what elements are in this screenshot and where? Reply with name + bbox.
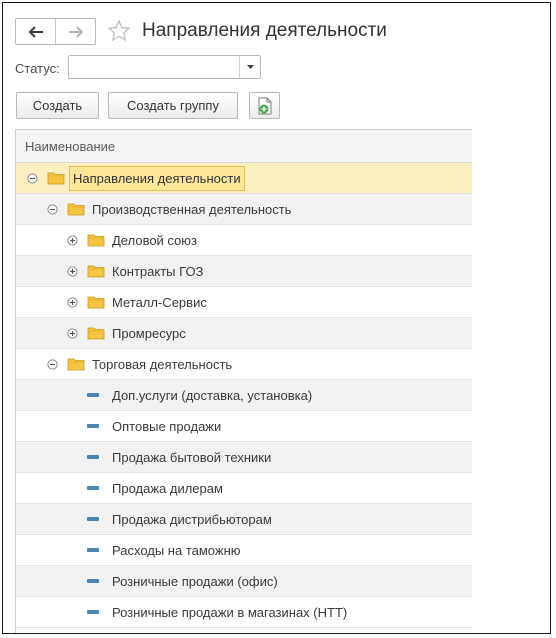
row-label: Расходы на таможню [112,543,241,558]
collapse-toggle-icon[interactable] [27,173,38,184]
expand-toggle-icon[interactable] [67,266,78,277]
element-icon [87,517,99,521]
row-label: Розничные продажи (офис) [112,574,278,589]
arrow-right-icon [68,25,83,38]
expand-toggle-icon[interactable] [67,297,78,308]
add-document-icon [258,97,271,114]
element-icon [87,393,99,397]
row-label: Контракты ГОЗ [112,264,204,279]
table-row[interactable]: Производственная деятельность [16,194,472,225]
navigation-buttons [15,18,96,45]
table-row[interactable]: Металл-Сервис [16,287,472,318]
table-row[interactable]: Оптовые продажи [16,411,472,442]
star-icon[interactable] [107,19,131,43]
page-title: Направления деятельности [142,20,387,41]
table-row[interactable]: Розничные продажи в магазинах (НТТ) [16,597,472,628]
row-label: Металл-Сервис [112,295,207,310]
row-label: Розничные продажи в магазинах (НТТ) [112,605,348,620]
row-label: Направления деятельности [69,166,245,191]
tree-table: Наименование Направления деятельности Про… [15,129,472,633]
table-row[interactable]: Контракты ГОЗ [16,256,472,287]
back-button[interactable] [16,19,55,44]
row-label: Производственная деятельность [92,202,292,217]
create-button[interactable]: Создать [16,92,99,119]
row-label: Продажа дистрибьюторам [112,512,272,527]
arrow-left-icon [28,25,43,38]
row-label: Промресурс [112,326,186,341]
window-frame: Направления деятельности Статус: Создать… [2,2,551,634]
table-row[interactable]: Продажа бытовой техники [16,442,472,473]
element-icon [87,455,99,459]
status-dropdown-button[interactable] [239,56,260,78]
status-select[interactable] [68,55,261,79]
row-label: Продажа дилерам [112,481,223,496]
folder-icon [87,265,105,278]
table-row[interactable]: Расходы на таможню [16,535,472,566]
status-label: Статус: [15,61,60,76]
add-document-button[interactable] [249,92,280,119]
expand-toggle-icon[interactable] [67,328,78,339]
table-row[interactable]: Торговая деятельность [16,349,472,380]
row-label: Деловой союз [112,233,198,248]
row-label: Доп.услуги (доставка, установка) [112,388,313,403]
table-row[interactable]: Промресурс [16,318,472,349]
folder-icon [87,234,105,247]
folder-icon [87,327,105,340]
element-icon [87,610,99,614]
table-row[interactable]: Розничные продажи (офис) [16,566,472,597]
table-row[interactable]: Доп.услуги (доставка, установка) [16,380,472,411]
row-label: Продажа бытовой техники [112,450,272,465]
table-row[interactable]: Продажа дистрибьюторам [16,504,472,535]
folder-icon [67,358,85,371]
row-label: Торговая деятельность [92,357,233,372]
table-row[interactable]: Направления деятельности [16,163,472,194]
element-icon [87,486,99,490]
expand-toggle-icon[interactable] [67,235,78,246]
table-row[interactable]: Продажа дилерам [16,473,472,504]
chevron-down-icon [246,65,254,69]
column-header-name[interactable]: Наименование [16,130,472,163]
element-icon [87,579,99,583]
table-row[interactable]: Деловой союз [16,225,472,256]
element-icon [87,424,99,428]
folder-icon [87,296,105,309]
folder-icon [67,203,85,216]
create-group-button[interactable]: Создать группу [108,92,238,119]
collapse-toggle-icon[interactable] [47,204,58,215]
row-label: Оптовые продажи [112,419,222,434]
collapse-toggle-icon[interactable] [47,359,58,370]
folder-icon [47,172,65,185]
forward-button[interactable] [55,19,95,44]
element-icon [87,548,99,552]
table-body: Направления деятельности Производственная… [16,163,472,628]
